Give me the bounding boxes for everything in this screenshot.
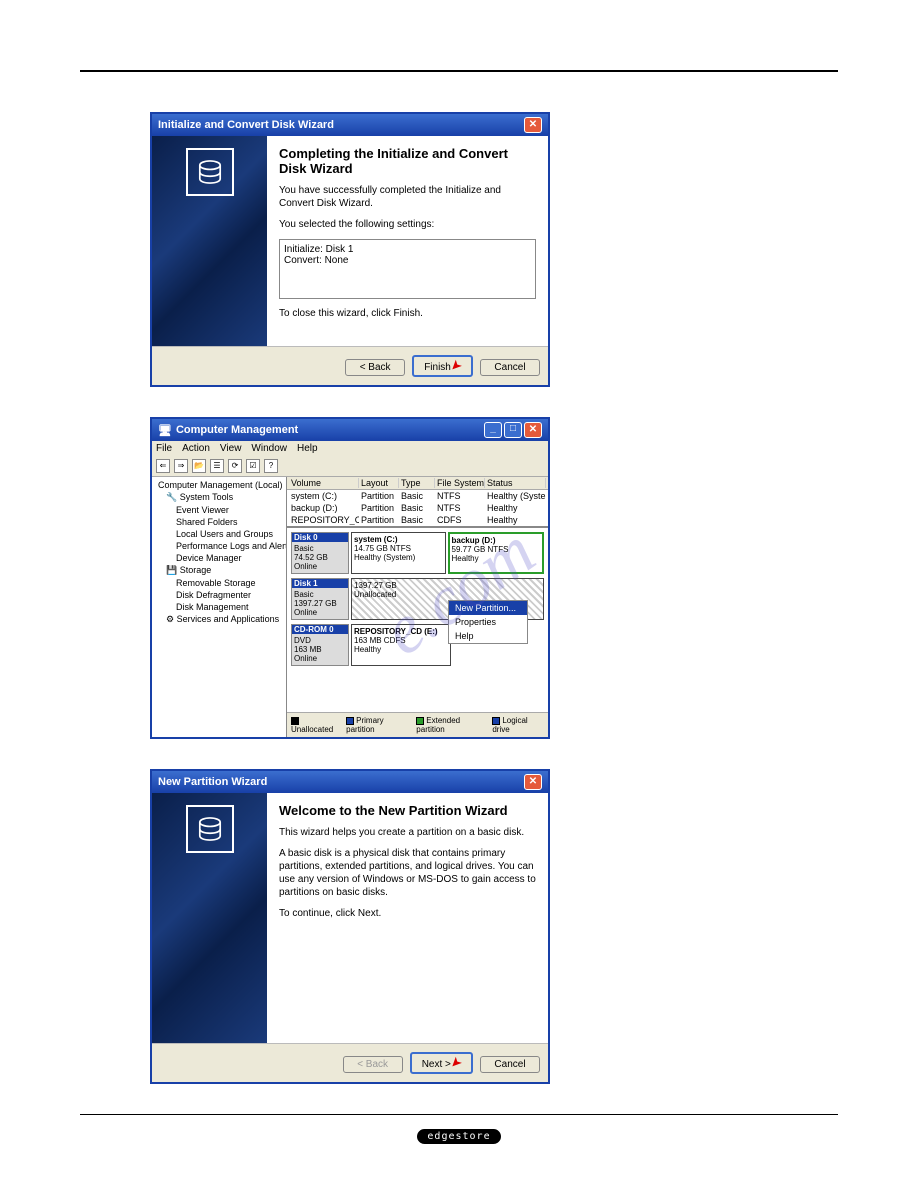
- tree-node[interactable]: Performance Logs and Alerts: [154, 540, 284, 552]
- legend: Unallocated Primary partition Extended p…: [287, 712, 548, 737]
- disk-stack-icon: [186, 148, 234, 196]
- button-row: < Back Finish➤ Cancel: [152, 346, 548, 385]
- legend-swatch-black: [291, 717, 299, 725]
- col-volume[interactable]: Volume: [289, 478, 359, 488]
- partition-box[interactable]: system (C:) 14.75 GB NTFS Healthy (Syste…: [351, 532, 446, 574]
- window-title: Computer Management: [176, 424, 298, 436]
- tree-node-storage[interactable]: 💾 Storage: [154, 564, 284, 577]
- disk-row[interactable]: Disk 0 Basic 74.52 GB Online system (C:)…: [291, 532, 544, 574]
- minimize-icon[interactable]: _: [484, 422, 502, 438]
- disk1-label[interactable]: Disk 1 Basic 1397.27 GB Online: [291, 578, 349, 620]
- legend-swatch-blue2: [492, 717, 500, 725]
- table-row[interactable]: system (C:)PartitionBasicNTFSHealthy (Sy…: [287, 490, 548, 502]
- volume-list[interactable]: Volume Layout Type File System Status sy…: [287, 477, 548, 527]
- wizard-side-graphic: [152, 136, 267, 346]
- window-title: New Partition Wizard: [158, 776, 267, 788]
- col-fs[interactable]: File System: [435, 478, 485, 488]
- tree-node[interactable]: Event Viewer: [154, 504, 284, 516]
- settings-listbox[interactable]: Initialize: Disk 1 Convert: None: [279, 239, 536, 299]
- titlebar[interactable]: 🖥 Computer Management _ □ ✕: [152, 419, 548, 441]
- tree-node[interactable]: Local Users and Groups: [154, 528, 284, 540]
- back-nav-icon[interactable]: ⇐: [156, 459, 170, 473]
- settings-line: Convert: None: [284, 255, 531, 266]
- window-title: Initialize and Convert Disk Wizard: [158, 119, 334, 131]
- partition-box[interactable]: REPOSITORY_CD (E:) 163 MB CDFS Healthy: [351, 624, 451, 666]
- wizard-side-graphic: [152, 793, 267, 1043]
- wizard-body-text: To close this wizard, click Finish.: [279, 307, 536, 320]
- table-row[interactable]: backup (D:)PartitionBasicNTFSHealthy: [287, 502, 548, 514]
- legend-swatch-blue: [346, 717, 354, 725]
- menu-bar[interactable]: File Action View Window Help: [152, 441, 548, 456]
- tree-pane[interactable]: Computer Management (Local) 🔧 System Too…: [152, 477, 287, 737]
- tree-node[interactable]: Disk Defragmenter: [154, 589, 284, 601]
- col-type[interactable]: Type: [399, 478, 435, 488]
- footer-logo: edgestore: [80, 1129, 838, 1144]
- cancel-button[interactable]: Cancel: [480, 359, 540, 376]
- titlebar[interactable]: New Partition Wizard ✕: [152, 771, 548, 793]
- top-rule: [80, 70, 838, 72]
- disk-map-pane[interactable]: Disk 0 Basic 74.52 GB Online system (C:)…: [287, 527, 548, 712]
- app-icon: 🖥: [158, 424, 172, 437]
- tree-icon[interactable]: ☰: [210, 459, 224, 473]
- wizard-new-partition: New Partition Wizard ✕ Welcome to the Ne…: [150, 769, 550, 1084]
- tree-node[interactable]: Device Manager: [154, 552, 284, 564]
- disk0-label[interactable]: Disk 0 Basic 74.52 GB Online: [291, 532, 349, 574]
- context-menu[interactable]: New Partition... Properties Help: [448, 600, 528, 644]
- toolbar: ⇐ ⇒ 📂 ☰ ⟳ ☑ ?: [152, 456, 548, 477]
- tree-node[interactable]: Shared Folders: [154, 516, 284, 528]
- wizard-body-text: A basic disk is a physical disk that con…: [279, 847, 536, 899]
- close-icon[interactable]: ✕: [524, 117, 542, 133]
- computer-management-window: 🖥 Computer Management _ □ ✕ File Action V…: [150, 417, 550, 739]
- cdrom-label[interactable]: CD-ROM 0 DVD 163 MB Online: [291, 624, 349, 666]
- wizard-initialize-convert: Initialize and Convert Disk Wizard ✕ Com…: [150, 112, 550, 387]
- help-icon[interactable]: ?: [264, 459, 278, 473]
- menu-properties[interactable]: Properties: [449, 615, 527, 629]
- settings-line: Initialize: Disk 1: [284, 244, 531, 255]
- back-button[interactable]: < Back: [345, 359, 405, 376]
- table-header[interactable]: Volume Layout Type File System Status: [287, 477, 548, 490]
- menu-new-partition[interactable]: New Partition...: [449, 601, 527, 615]
- tree-node-system-tools[interactable]: 🔧 System Tools: [154, 491, 284, 504]
- wizard-body-text: You have successfully completed the Init…: [279, 184, 536, 210]
- wizard-body-text: You selected the following settings:: [279, 218, 536, 231]
- tree-node[interactable]: Disk Management: [154, 601, 284, 613]
- menu-item[interactable]: File: [156, 443, 172, 454]
- tree-node-services[interactable]: ⚙ Services and Applications: [154, 613, 284, 626]
- up-icon[interactable]: 📂: [192, 459, 206, 473]
- finish-button[interactable]: Finish➤: [412, 355, 473, 377]
- titlebar[interactable]: Initialize and Convert Disk Wizard ✕: [152, 114, 548, 136]
- menu-help[interactable]: Help: [449, 629, 527, 643]
- props-icon[interactable]: ☑: [246, 459, 260, 473]
- close-icon[interactable]: ✕: [524, 774, 542, 790]
- back-button: < Back: [343, 1056, 403, 1073]
- menu-item[interactable]: View: [220, 443, 242, 454]
- button-row: < Back Next >➤ Cancel: [152, 1043, 548, 1082]
- wizard-body-text: This wizard helps you create a partition…: [279, 826, 536, 839]
- next-button[interactable]: Next >➤: [410, 1052, 473, 1074]
- legend-swatch-green: [416, 717, 424, 725]
- refresh-icon[interactable]: ⟳: [228, 459, 242, 473]
- menu-item[interactable]: Window: [251, 443, 287, 454]
- partition-box[interactable]: backup (D:) 59.77 GB NTFS Healthy: [448, 532, 545, 574]
- disk-stack-icon: [186, 805, 234, 853]
- menu-item[interactable]: Action: [182, 443, 210, 454]
- wizard-body-text: To continue, click Next.: [279, 907, 536, 920]
- wizard-heading: Welcome to the New Partition Wizard: [279, 803, 536, 818]
- tree-root[interactable]: Computer Management (Local): [154, 479, 284, 491]
- cancel-button[interactable]: Cancel: [480, 1056, 540, 1073]
- wizard-heading: Completing the Initialize and Convert Di…: [279, 146, 536, 176]
- tree-node[interactable]: Removable Storage: [154, 577, 284, 589]
- menu-item[interactable]: Help: [297, 443, 318, 454]
- col-status[interactable]: Status: [485, 478, 546, 488]
- close-icon[interactable]: ✕: [524, 422, 542, 438]
- fwd-nav-icon[interactable]: ⇒: [174, 459, 188, 473]
- table-row[interactable]: REPOSITORY_CD (E:)PartitionBasicCDFSHeal…: [287, 514, 548, 526]
- brand-name: edgestore: [417, 1129, 500, 1144]
- col-layout[interactable]: Layout: [359, 478, 399, 488]
- maximize-icon[interactable]: □: [504, 422, 522, 438]
- bottom-rule: [80, 1114, 838, 1115]
